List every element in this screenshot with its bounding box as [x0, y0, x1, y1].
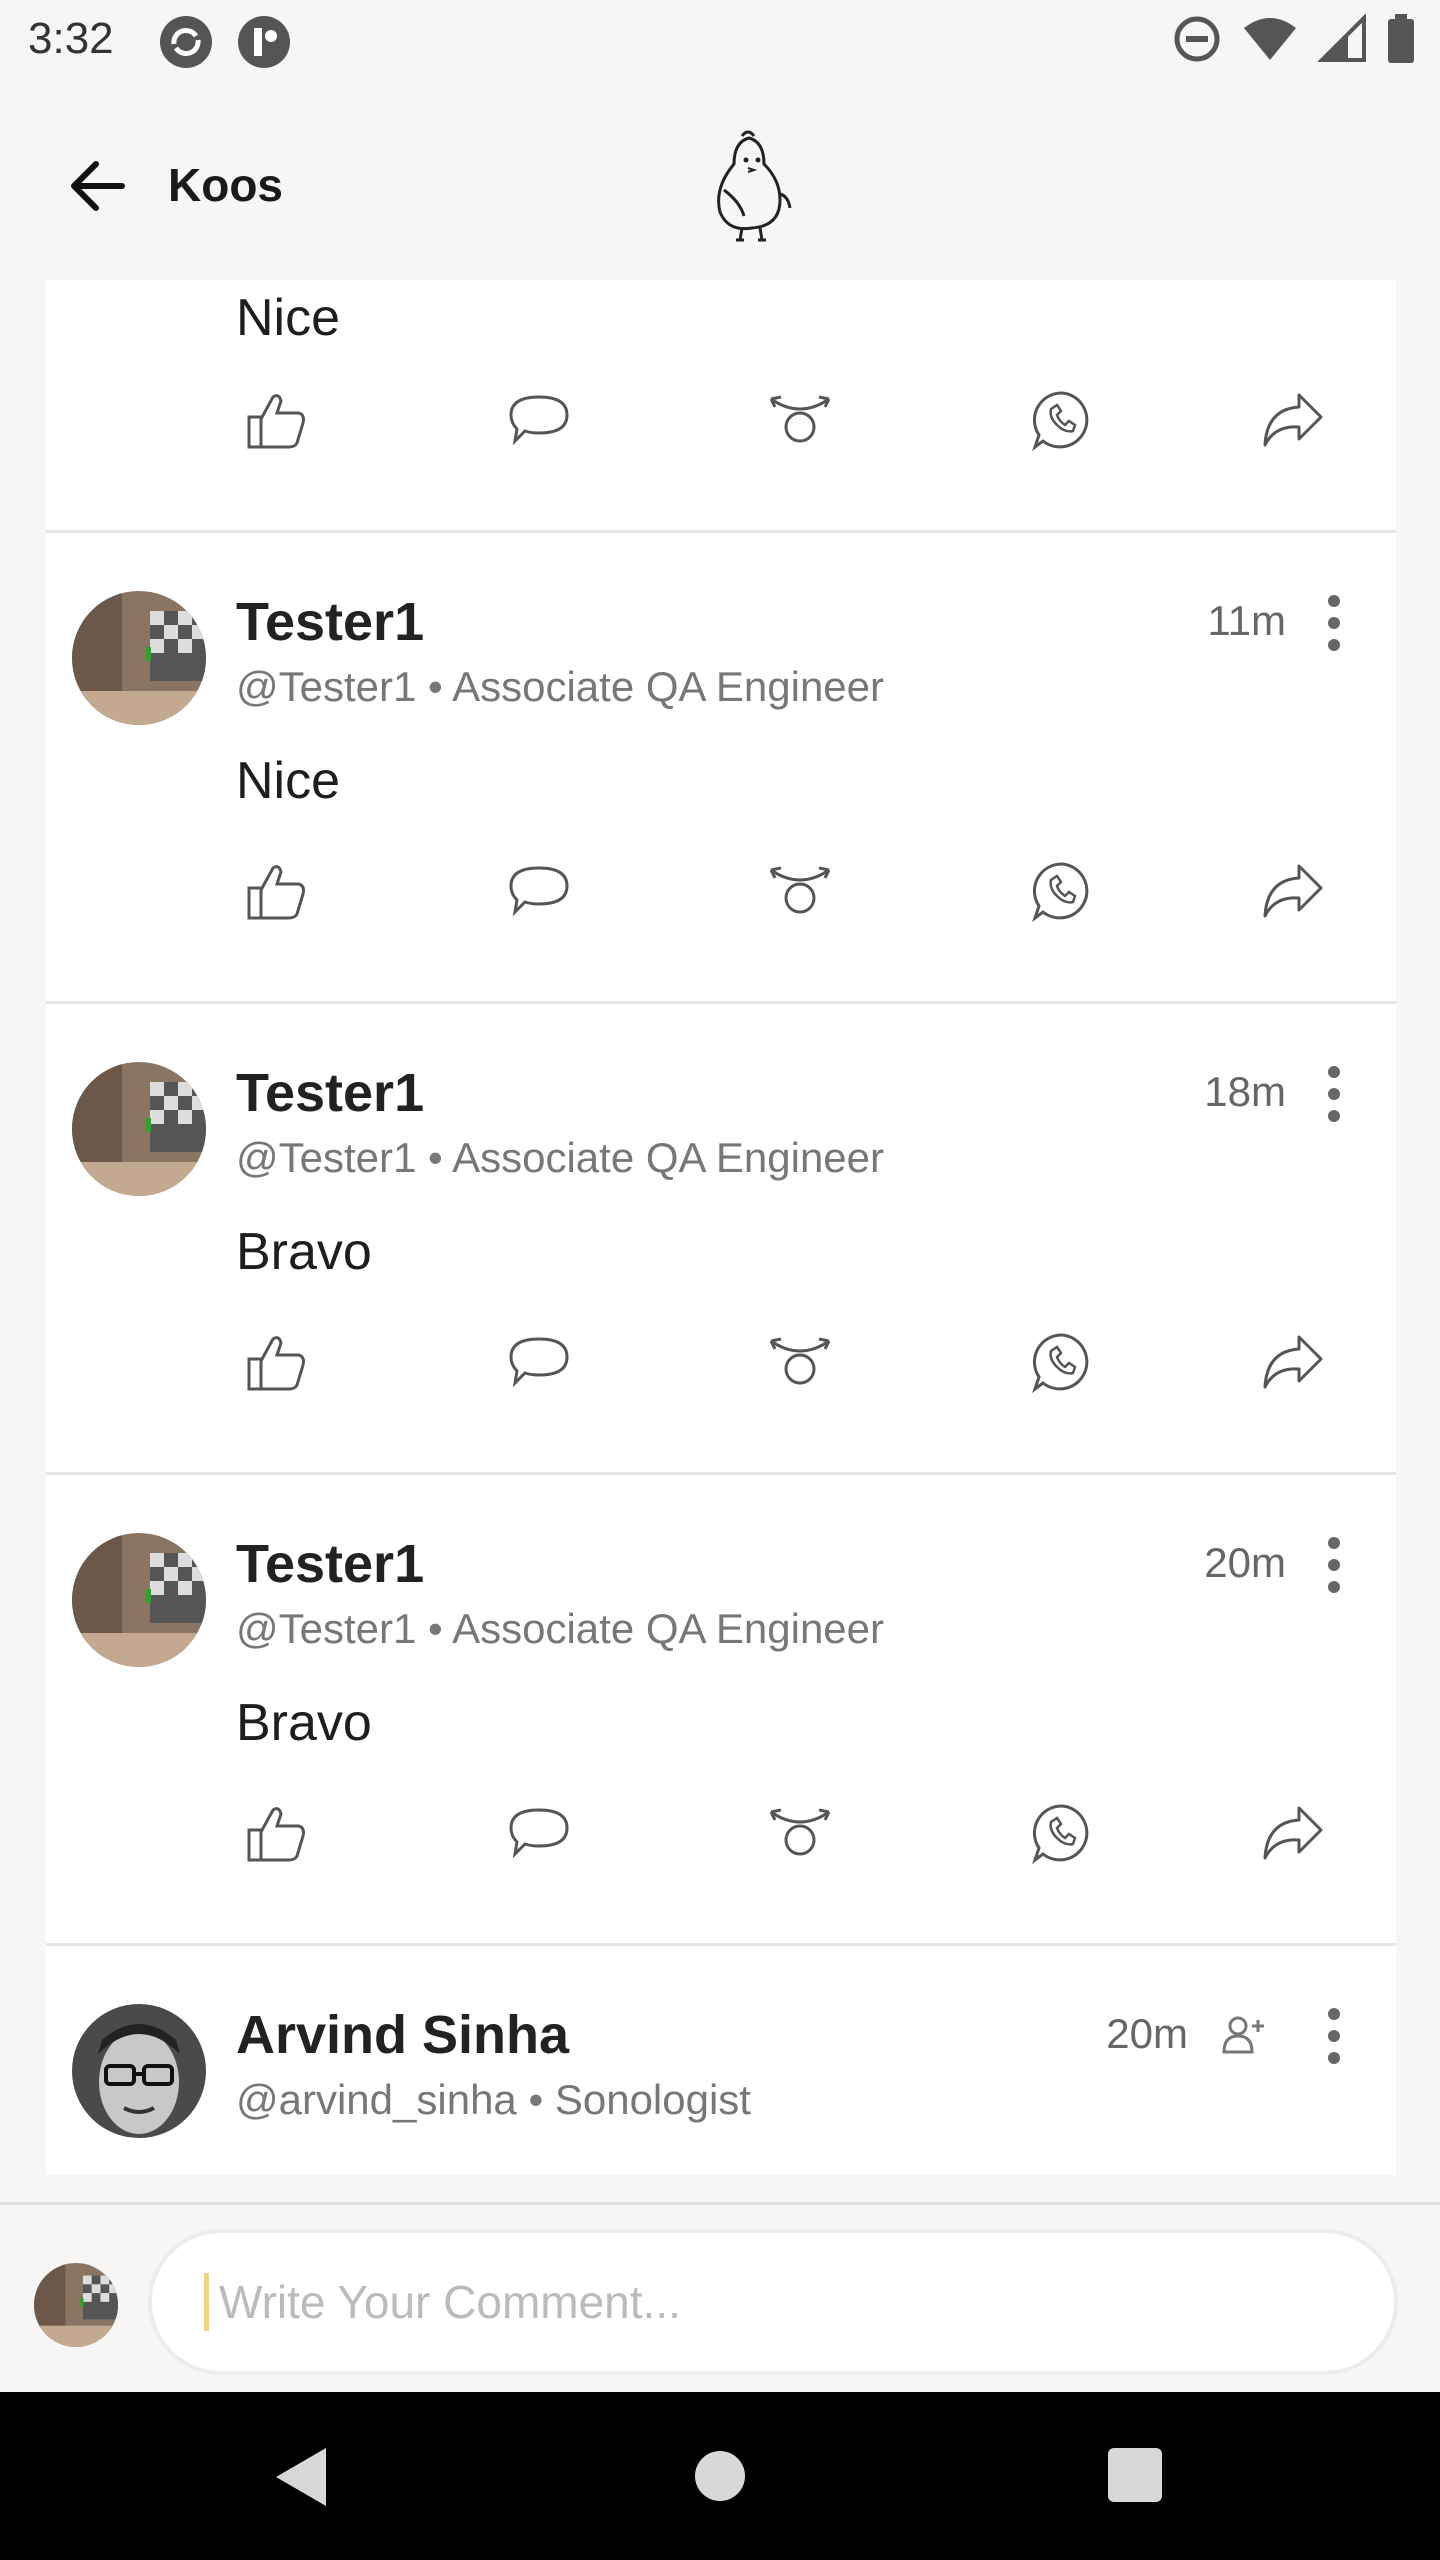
- comment-time: 20m: [1204, 1539, 1286, 1586]
- share-icon[interactable]: [1252, 1322, 1332, 1402]
- comment-card: Tester1 @Tester1 • Associate QA Engineer…: [46, 1004, 1396, 1475]
- comment-icon[interactable]: [498, 1793, 578, 1873]
- current-user-avatar: [34, 2263, 118, 2347]
- like-icon[interactable]: [236, 1793, 316, 1873]
- page-title: Koos: [168, 159, 283, 211]
- comment-time: 20m: [1106, 2010, 1188, 2057]
- signal-icon: [1318, 14, 1366, 62]
- author-name[interactable]: Tester1: [236, 1062, 424, 1124]
- sync-app-icon: [158, 14, 214, 75]
- comment-bar: Write Your Comment...: [0, 2202, 1440, 2395]
- author-handle: @Tester1 • Associate QA Engineer: [236, 663, 885, 710]
- share-icon[interactable]: [1252, 1793, 1332, 1873]
- whatsapp-icon[interactable]: [1022, 851, 1102, 931]
- comment-text: Bravo: [236, 1223, 372, 1281]
- action-row: [236, 851, 1396, 931]
- comment-time: 18m: [1204, 1068, 1286, 1115]
- author-handle: @Tester1 • Associate QA Engineer: [236, 1134, 885, 1181]
- comment-icon[interactable]: [498, 851, 578, 931]
- avatar[interactable]: [72, 1533, 206, 1667]
- whatsapp-icon[interactable]: [1022, 1793, 1102, 1873]
- comment-icon[interactable]: [498, 1322, 578, 1402]
- action-row: [236, 1322, 1396, 1402]
- whatsapp-icon[interactable]: [1022, 380, 1102, 460]
- action-row: [236, 380, 1396, 460]
- action-row: [236, 1793, 1396, 1873]
- comment-input[interactable]: Write Your Comment...: [148, 2229, 1398, 2375]
- koo-bird-logo: [704, 128, 794, 249]
- whatsapp-icon[interactable]: [1022, 1322, 1102, 1402]
- nav-home-icon[interactable]: [694, 2450, 746, 2507]
- status-icons: [1172, 14, 1416, 64]
- back-arrow-icon[interactable]: [62, 150, 134, 222]
- rekoo-icon[interactable]: [760, 380, 840, 460]
- more-icon[interactable]: [1320, 593, 1348, 653]
- follow-icon[interactable]: [1220, 2012, 1266, 2063]
- share-icon[interactable]: [1252, 851, 1332, 931]
- avatar[interactable]: [72, 1062, 206, 1196]
- author-handle: @arvind_sinha • Sonologist: [236, 2076, 751, 2123]
- comment-card: Arvind Sinha @arvind_sinha • Sonologist …: [46, 1946, 1396, 2175]
- rekoo-icon[interactable]: [760, 851, 840, 931]
- status-bar: 3:32: [0, 0, 1440, 84]
- comment-time: 11m: [1207, 597, 1286, 644]
- comment-card: Nice: [46, 280, 1396, 533]
- comments-feed[interactable]: Nice Tester1 @Tester1 • Associate QA Eng…: [46, 280, 1396, 2175]
- more-icon[interactable]: [1320, 2006, 1348, 2066]
- dnd-icon: [1174, 16, 1220, 62]
- like-icon[interactable]: [236, 1322, 316, 1402]
- like-icon[interactable]: [236, 380, 316, 460]
- author-name[interactable]: Tester1: [236, 1533, 424, 1595]
- author-handle: @Tester1 • Associate QA Engineer: [236, 1605, 885, 1652]
- rekoo-icon[interactable]: [760, 1793, 840, 1873]
- comment-icon[interactable]: [498, 380, 578, 460]
- more-icon[interactable]: [1320, 1535, 1348, 1595]
- comment-card: Tester1 @Tester1 • Associate QA Engineer…: [46, 533, 1396, 1004]
- app-notification-icon: [236, 14, 292, 75]
- avatar[interactable]: [72, 2004, 206, 2138]
- avatar[interactable]: [72, 591, 206, 725]
- comment-text: Bravo: [236, 1694, 372, 1752]
- app-bar: Koos: [0, 110, 1440, 250]
- comment-text: Nice: [236, 752, 341, 810]
- author-name[interactable]: Arvind Sinha: [236, 2004, 569, 2066]
- status-time: 3:32: [28, 14, 114, 63]
- rekoo-icon[interactable]: [760, 1322, 840, 1402]
- comment-card: Tester1 @Tester1 • Associate QA Engineer…: [46, 1475, 1396, 1946]
- nav-back-icon[interactable]: [272, 2446, 332, 2513]
- system-nav-bar: [0, 2392, 1440, 2560]
- like-icon[interactable]: [236, 851, 316, 931]
- wifi-icon: [1244, 18, 1296, 60]
- nav-recents-icon[interactable]: [1108, 2448, 1162, 2507]
- more-icon[interactable]: [1320, 1064, 1348, 1124]
- comment-text: Nice: [236, 289, 341, 347]
- author-name[interactable]: Tester1: [236, 591, 424, 653]
- battery-icon: [1388, 14, 1414, 63]
- share-icon[interactable]: [1252, 380, 1332, 460]
